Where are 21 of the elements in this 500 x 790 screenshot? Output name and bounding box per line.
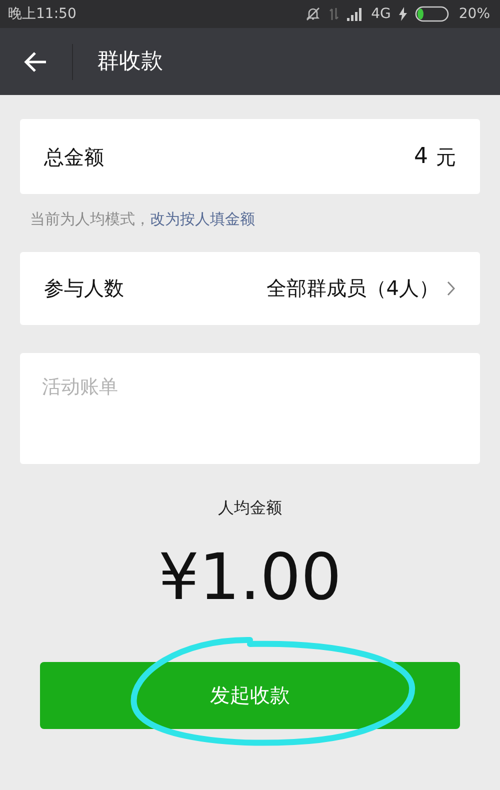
status-time: 晚上11:50 <box>8 4 76 24</box>
network-type: 4G <box>371 4 391 24</box>
per-person-amount: ¥1.00 <box>158 540 342 614</box>
field-label: 参与人数 <box>44 275 125 302</box>
battery-percent: 20% <box>458 4 490 24</box>
muted-bell-icon <box>305 6 322 22</box>
page-title: 群收款 <box>97 48 163 76</box>
field-label: 总金额 <box>44 144 105 170</box>
note-field[interactable]: 活动账单 <box>20 352 480 462</box>
charging-icon <box>398 7 407 21</box>
data-arrows-icon <box>329 7 340 21</box>
amount-field[interactable]: 4 <box>368 140 428 173</box>
mode-hint: 当前为人均模式，改为按人填金额 <box>30 209 256 230</box>
currency-unit: 元 <box>436 144 456 170</box>
battery-icon <box>414 6 451 22</box>
per-person-label: 人均金额 <box>217 496 283 518</box>
back-arrow-icon[interactable] <box>24 50 48 72</box>
chevron-right-icon[interactable] <box>447 280 456 296</box>
switch-mode-link[interactable]: 改为按人填金额 <box>150 210 255 228</box>
participants-value[interactable]: 全部群成员（4人） <box>266 273 439 303</box>
signal-icon <box>347 7 364 21</box>
